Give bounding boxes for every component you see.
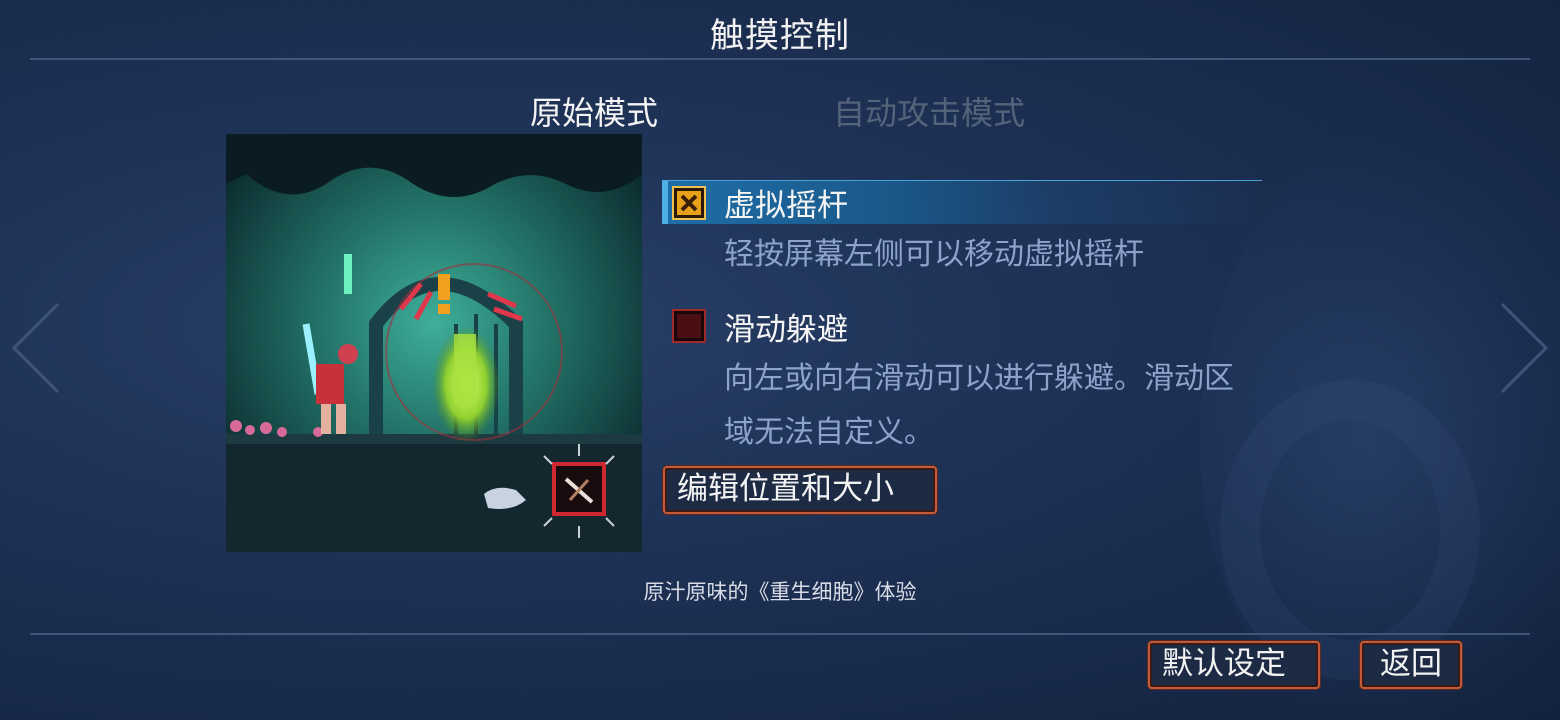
option-label-virtual-joystick: 虚拟摇杆 — [724, 188, 848, 224]
option-description-line1: 向左或向右滑动可以进行躲避。滑动区 — [724, 361, 1234, 396]
option-description-line2: 域无法自定义。 — [724, 415, 934, 450]
option-label-swipe-dodge: 滑动躲避 — [724, 311, 848, 348]
edit-position-size-button[interactable]: 编辑位置和大小 — [663, 466, 937, 514]
back-button[interactable]: 返回 — [1360, 641, 1462, 689]
footer-divider — [30, 633, 1530, 635]
checkbox-checked-icon[interactable] — [674, 187, 704, 218]
page-title: 触摸控制 — [710, 16, 850, 56]
tab-auto-attack-mode[interactable]: 自动攻击模式 — [833, 88, 1025, 134]
chevron-left-icon[interactable] — [8, 300, 68, 396]
option-virtual-joystick[interactable]: 虚拟摇杆 — [662, 180, 1262, 224]
option-description-virtual-joystick: 轻按屏幕左侧可以移动虚拟摇杆 — [724, 237, 1144, 272]
mode-preview-image — [226, 134, 642, 552]
option-description-swipe-dodge: 向左或向右滑动可以进行躲避。滑动区 域无法自定义。 — [724, 352, 1344, 460]
default-settings-button[interactable]: 默认设定 — [1148, 641, 1320, 689]
header-divider — [30, 58, 1530, 60]
tab-classic-mode[interactable]: 原始模式 — [530, 88, 658, 134]
chevron-right-icon[interactable] — [1492, 300, 1552, 396]
option-swipe-dodge[interactable]: 滑动躲避 — [662, 304, 1262, 348]
mode-caption: 原汁原味的《重生细胞》体验 — [643, 580, 917, 604]
checkbox-unchecked-icon[interactable] — [674, 311, 704, 341]
